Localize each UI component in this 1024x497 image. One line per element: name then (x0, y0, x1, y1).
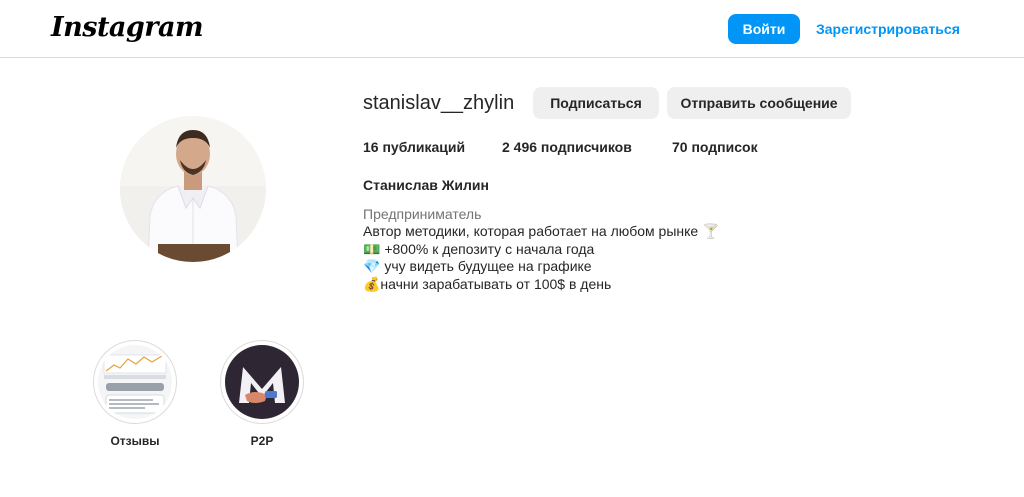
highlight-label: Отзывы (110, 434, 160, 448)
highlight-label: P2P (250, 434, 274, 448)
follow-button[interactable]: Подписаться (533, 87, 659, 119)
highlight-cover-image (225, 345, 299, 419)
highlight-ring[interactable] (220, 340, 304, 424)
followers-count[interactable]: 2 496 подписчиков (502, 139, 632, 155)
login-button[interactable]: Войти (728, 14, 800, 44)
bio-line: 💰начни зарабатывать от 100$ в день (363, 275, 612, 292)
bio-line: 💎 учу видеть будущее на графике (363, 258, 592, 274)
highlight-reviews[interactable]: Отзывы (93, 340, 177, 448)
profile-photo-image (120, 116, 266, 262)
send-message-button[interactable]: Отправить сообщение (667, 87, 851, 119)
highlight-p2p[interactable]: P2P (220, 340, 304, 448)
profile-bio: Автор методики, которая работает на любо… (363, 223, 720, 293)
profile-full-name: Станислав Жилин (363, 177, 489, 193)
instagram-logo[interactable]: Instagram (51, 12, 204, 43)
top-navigation-bar: Instagram Войти Зарегистрироваться (0, 0, 1024, 58)
profile-username: stanislav__zhylin (363, 92, 515, 114)
following-count[interactable]: 70 подписок (672, 139, 758, 155)
profile-avatar[interactable] (120, 116, 266, 262)
bio-line: Автор методики, которая работает на любо… (363, 223, 720, 239)
highlight-cover-image (98, 345, 172, 419)
posts-count: 16 публикаций (363, 139, 466, 155)
highlight-ring[interactable] (93, 340, 177, 424)
profile-category: Предприниматель (363, 206, 482, 222)
bio-line: 💵 +800% к депозиту с начала года (363, 240, 595, 257)
signup-link[interactable]: Зарегистрироваться (816, 21, 960, 37)
